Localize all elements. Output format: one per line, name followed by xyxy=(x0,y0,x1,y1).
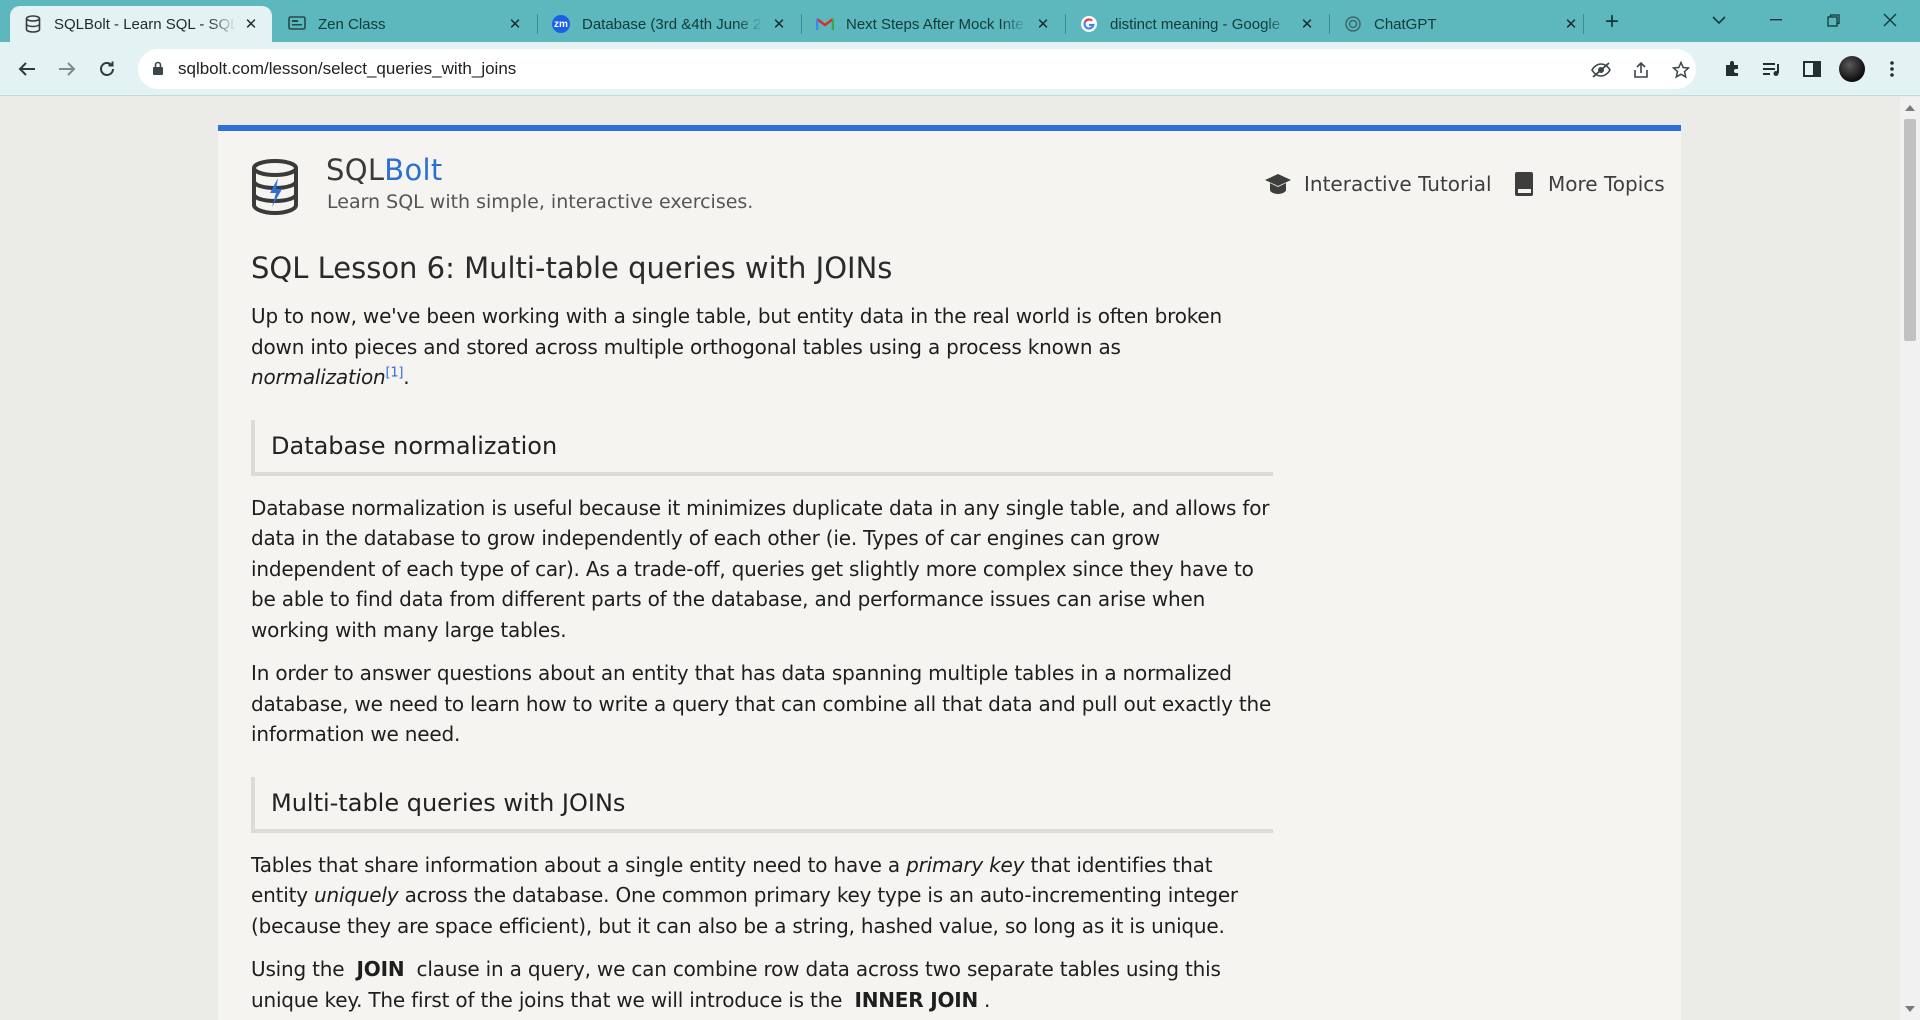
tab-zen-class[interactable]: Zen Class ✕ xyxy=(274,6,536,42)
lesson-title: SQL Lesson 6: Multi-table queries with J… xyxy=(251,251,893,285)
site-brand[interactable]: SQLBolt xyxy=(326,153,443,187)
sqlbolt-logo-icon[interactable] xyxy=(250,159,300,216)
restore-icon[interactable] xyxy=(1805,0,1861,40)
close-tab-icon[interactable]: ✕ xyxy=(242,15,260,33)
lesson-content: SQL Lesson 6: Multi-table queries with J… xyxy=(251,249,1273,1020)
tab-search-chevron-icon[interactable] xyxy=(1691,0,1747,40)
graduation-cap-icon xyxy=(1264,171,1292,197)
joins-text: across the database. One common primary … xyxy=(251,883,1238,938)
chatgpt-icon xyxy=(1344,15,1362,33)
bookmark-star-icon[interactable] xyxy=(1668,57,1694,83)
brand-bolt: Bolt xyxy=(384,153,443,187)
close-tab-icon[interactable]: ✕ xyxy=(1562,15,1580,33)
nav-more-topics[interactable]: More Topics xyxy=(1514,171,1665,197)
media-queue-icon[interactable] xyxy=(1758,55,1786,83)
gmail-icon xyxy=(816,15,834,33)
close-tab-icon[interactable]: ✕ xyxy=(770,15,788,33)
intro-end: . xyxy=(403,365,410,389)
intro-text: Up to now, we've been working with a sin… xyxy=(251,304,1222,359)
url-text[interactable]: sqlbolt.com/lesson/select_queries_with_j… xyxy=(178,59,516,79)
side-panel-icon[interactable] xyxy=(1798,55,1826,83)
tab-gmail[interactable]: Next Steps After Mock Inte ✕ xyxy=(802,6,1064,42)
profile-avatar[interactable] xyxy=(1839,56,1865,82)
forward-arrow-icon[interactable] xyxy=(51,53,83,85)
uniquely-em: uniquely xyxy=(314,883,399,907)
intro-em: normalization xyxy=(251,365,386,389)
intro-paragraph: Up to now, we've been working with a sin… xyxy=(251,301,1273,393)
back-arrow-icon[interactable] xyxy=(11,53,43,85)
nav-tutorial-label: Interactive Tutorial xyxy=(1304,172,1492,196)
minimize-icon[interactable] xyxy=(1748,0,1804,40)
page-card: SQLBolt Learn SQL with simple, interacti… xyxy=(218,125,1681,1020)
close-tab-icon[interactable]: ✕ xyxy=(506,15,524,33)
joins-paragraph-1: Tables that share information about a si… xyxy=(251,850,1273,942)
browser-toolbar: sqlbolt.com/lesson/select_queries_with_j… xyxy=(0,42,1920,96)
tab-strip: SQLBolt - Learn SQL - SQL ✕ Zen Class ✕ … xyxy=(0,0,1920,42)
joins-text: Using the xyxy=(251,957,351,981)
tab-title: Database (3rd &4th June 2 xyxy=(582,15,762,33)
section-heading-normalization: Database normalization xyxy=(251,419,1273,476)
joins-text: Tables that share information about a si… xyxy=(251,852,907,877)
page-viewport: SQLBolt Learn SQL with simple, interacti… xyxy=(0,97,1900,1020)
book-icon xyxy=(1514,171,1536,197)
section-heading-joins: Multi-table queries with JOINs xyxy=(251,776,1273,833)
keyword-join: JOIN xyxy=(356,957,405,981)
tab-title: ChatGPT xyxy=(1374,15,1437,33)
reload-icon[interactable] xyxy=(91,53,123,85)
close-window-icon[interactable] xyxy=(1862,0,1918,40)
joins-text: . xyxy=(984,987,991,1012)
tab-title: Zen Class xyxy=(318,15,386,33)
normalization-paragraph-1: Database normalization is useful because… xyxy=(251,495,1270,642)
brand-sql: SQL xyxy=(326,153,385,187)
nav-topics-label: More Topics xyxy=(1548,172,1665,196)
primary-key-em: primary key xyxy=(906,852,1025,877)
nav-interactive-tutorial[interactable]: Interactive Tutorial xyxy=(1264,171,1492,197)
page-scrollbar[interactable] xyxy=(1900,97,1920,1020)
normalization-paragraph-2: In order to answer questions about an en… xyxy=(251,661,1272,746)
share-icon[interactable] xyxy=(1628,57,1654,83)
scroll-up-arrow-icon[interactable] xyxy=(1905,105,1915,111)
zen-class-icon xyxy=(288,15,306,33)
tab-google[interactable]: distinct meaning - Google ✕ xyxy=(1066,6,1328,42)
tab-chatgpt[interactable]: ChatGPT ✕ xyxy=(1330,6,1592,42)
tab-separator xyxy=(1583,14,1584,34)
site-tagline: Learn SQL with simple, interactive exerc… xyxy=(327,191,754,213)
database-icon xyxy=(24,15,42,33)
tab-title: Next Steps After Mock Inte xyxy=(846,15,1024,33)
kebab-menu-icon[interactable] xyxy=(1878,55,1906,83)
joins-paragraph-2: Using the JOIN clause in a query, we can… xyxy=(251,954,1273,1015)
scrollbar-thumb[interactable] xyxy=(1904,119,1916,341)
tab-title: SQLBolt - Learn SQL - SQL xyxy=(54,15,236,33)
lock-icon[interactable] xyxy=(152,61,164,75)
close-tab-icon[interactable]: ✕ xyxy=(1298,15,1316,33)
google-icon xyxy=(1080,15,1098,33)
tab-zoom-database[interactable]: zm Database (3rd &4th June 2 ✕ xyxy=(538,6,800,42)
tab-sqlbolt[interactable]: SQLBolt - Learn SQL - SQL ✕ xyxy=(10,6,272,42)
close-tab-icon[interactable]: ✕ xyxy=(1034,15,1052,33)
eye-slash-icon[interactable] xyxy=(1588,57,1614,83)
footnote-link[interactable]: [1] xyxy=(385,365,403,380)
new-tab-plus-icon[interactable]: + xyxy=(1598,8,1626,36)
scroll-down-arrow-icon[interactable] xyxy=(1905,1006,1915,1012)
zoom-icon: zm xyxy=(552,15,570,33)
address-bar[interactable]: sqlbolt.com/lesson/select_queries_with_j… xyxy=(138,49,1696,89)
extensions-puzzle-icon[interactable] xyxy=(1718,55,1746,83)
tab-title: distinct meaning - Google xyxy=(1110,15,1281,33)
keyword-inner-join: INNER JOIN xyxy=(854,987,979,1012)
